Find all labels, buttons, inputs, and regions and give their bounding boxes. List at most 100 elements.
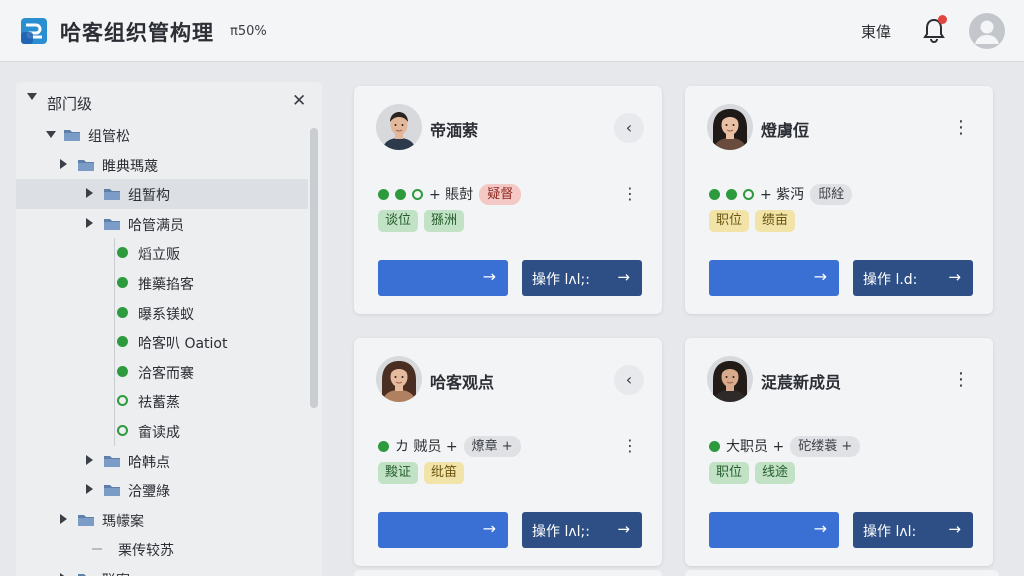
avatar <box>707 356 753 402</box>
operate-button[interactable]: 操作 lʌl;: → <box>522 512 642 548</box>
tree-guide-line <box>114 238 115 269</box>
operate-button[interactable]: 操作 lʌl;: → <box>522 260 642 296</box>
member-card[interactable]: 哈客观点 ‹ カ 贼员 + 燎章 + ⋮ 黢证 纰笛 → 操作 lʌl;: → <box>354 338 662 566</box>
tag-list: 黢证 纰笛 <box>378 462 470 484</box>
app-logo-icon[interactable] <box>20 17 48 45</box>
chevron-right-icon[interactable] <box>86 484 93 495</box>
tree-item[interactable]: 曝系镁蚁 <box>16 297 308 328</box>
folder-icon <box>104 218 120 230</box>
avatar <box>376 356 422 402</box>
tree-item-label: 栗传较苏 <box>118 543 174 560</box>
status-dot-icon <box>117 336 128 348</box>
status-row: 大职员 + 砣缕蓑 + <box>709 435 861 457</box>
primary-action-button[interactable]: → <box>709 260 839 296</box>
avatar <box>707 104 753 150</box>
more-options-icon[interactable]: ⋮ <box>618 434 642 458</box>
tag: 缋亩 <box>755 210 796 232</box>
tree-item[interactable]: 哈管满员 <box>16 209 308 239</box>
member-card[interactable]: 帝湎萦 ‹ + 賬尌 疑督 ⋮ 谈位 猻洲 → 操作 lʌl;: → <box>354 86 662 314</box>
tree-item[interactable]: 组暂构 <box>16 179 308 209</box>
tree-guide-line <box>114 415 115 446</box>
operate-button-label: 操作 l.d: <box>863 272 918 288</box>
tree-item[interactable]: 祛蓄蒸 <box>16 386 308 417</box>
tag-list: 谈位 猻洲 <box>378 210 470 232</box>
tree-item[interactable]: 组管松 <box>16 120 308 150</box>
tree-item-label: 哈客叭 Oatiot <box>138 336 228 353</box>
primary-action-button[interactable]: → <box>378 260 508 296</box>
status-dot-icon <box>378 440 389 452</box>
member-card[interactable]: 燈虜侸 ⋮ + 紫沔 邸絟 职位 缋亩 → 操作 l.d: → <box>685 86 993 314</box>
arrow-right-icon: → <box>813 267 827 286</box>
chevron-right-icon[interactable] <box>86 217 93 228</box>
status-text: + 賬尌 <box>429 187 474 203</box>
tree-item[interactable]: 睢典瑪蔑 <box>16 150 308 180</box>
tree-item-label: 哈韩点 <box>128 454 170 471</box>
tag: 职位 <box>709 462 750 484</box>
tag: 线途 <box>755 462 796 484</box>
user-avatar-icon[interactable] <box>969 13 1005 49</box>
tree-guide-line <box>114 386 115 417</box>
sidebar-title: 部门级 <box>47 95 93 113</box>
chevron-right-icon[interactable] <box>86 188 93 199</box>
folder-icon <box>104 189 120 201</box>
close-icon[interactable]: ✕ <box>292 91 306 111</box>
chevron-right-icon[interactable] <box>60 513 67 524</box>
tree-item-label: 组暂构 <box>128 188 170 205</box>
tree-item-label: 祛蓄蒸 <box>138 395 180 412</box>
tree-guide-line <box>114 356 115 387</box>
tree-item[interactable]: 洽瓕綠 <box>16 475 308 505</box>
tree-item-label: 洽客而褰 <box>138 365 194 382</box>
tree-item-label: 熖立贩 <box>138 247 180 264</box>
sidebar-header: 部门级 ✕ <box>16 82 322 120</box>
chevron-down-icon[interactable] <box>46 131 56 138</box>
folder-icon <box>104 485 120 497</box>
tree-item[interactable]: 联案 ᵃ <box>16 564 308 576</box>
more-options-icon[interactable]: ⋮ <box>949 113 973 143</box>
back-button[interactable]: ‹ <box>614 113 644 143</box>
operate-button[interactable]: 操作 lʌl: → <box>853 512 973 548</box>
collapse-caret-icon[interactable] <box>27 93 37 100</box>
tree-item[interactable]: 畲读成 <box>16 415 308 446</box>
tag-list: 职位 线途 <box>709 462 801 484</box>
tree-item-label: 睢典瑪蔑 <box>102 158 158 175</box>
member-name: 浞莀新成员 <box>761 373 842 392</box>
back-button[interactable]: ‹ <box>614 365 644 395</box>
sidebar-scrollbar[interactable] <box>310 128 318 408</box>
arrow-right-icon: → <box>948 520 961 538</box>
chevron-right-icon[interactable] <box>60 158 67 169</box>
folder-icon <box>78 514 94 526</box>
status-text: + 紫沔 <box>760 187 805 203</box>
tree-item[interactable]: 哈客叭 Oatiot <box>16 327 308 358</box>
status-dot-icon <box>117 276 128 288</box>
primary-action-button[interactable]: → <box>378 512 508 548</box>
folder-icon <box>64 130 80 141</box>
tree-item-label: 曝系镁蚁 <box>138 306 194 323</box>
folder-icon <box>78 573 94 576</box>
app-title: 哈客组织管构理 <box>60 21 214 45</box>
status-text: カ 贼员 + <box>395 439 458 455</box>
card-partial <box>685 570 999 576</box>
more-options-icon[interactable]: ⋮ <box>618 182 642 206</box>
chevron-right-icon[interactable] <box>86 454 93 465</box>
status-row: + 紫沔 邸絟 <box>709 183 853 205</box>
member-card[interactable]: 浞莀新成员 ⋮ 大职员 + 砣缕蓑 + 职位 线途 → 操作 lʌl: → <box>685 338 993 566</box>
tree-item[interactable]: 瑪幪案 <box>16 505 308 535</box>
status-dot-icon <box>709 440 720 452</box>
header-link[interactable]: 東偉 <box>861 21 891 42</box>
arrow-right-icon: → <box>948 268 961 286</box>
top-bar: 哈客组织管构理 π50% 東偉 <box>0 0 1024 62</box>
arrow-right-icon: → <box>482 267 496 286</box>
tree-item[interactable]: 栗传较苏 <box>16 534 308 564</box>
status-dot-icon <box>726 188 737 200</box>
tree-item[interactable]: 哈韩点 <box>16 446 308 476</box>
zoom-level: π50% <box>230 24 267 39</box>
primary-action-button[interactable]: → <box>709 512 839 548</box>
member-name: 哈客观点 <box>430 373 495 392</box>
tree-item[interactable]: 熖立贩 <box>16 238 308 269</box>
tree-item[interactable]: 洽客而褰 <box>16 356 308 387</box>
operate-button[interactable]: 操作 l.d: → <box>853 260 973 296</box>
department-tree: 组管松睢典瑪蔑组暂构哈管满员熖立贩推藥掐客曝系镁蚁哈客叭 Oatiot 洽客而褰祛… <box>16 120 308 576</box>
tree-item[interactable]: 推藥掐客 <box>16 267 308 298</box>
tree-guide-line <box>114 267 115 298</box>
more-options-icon[interactable]: ⋮ <box>949 365 973 395</box>
